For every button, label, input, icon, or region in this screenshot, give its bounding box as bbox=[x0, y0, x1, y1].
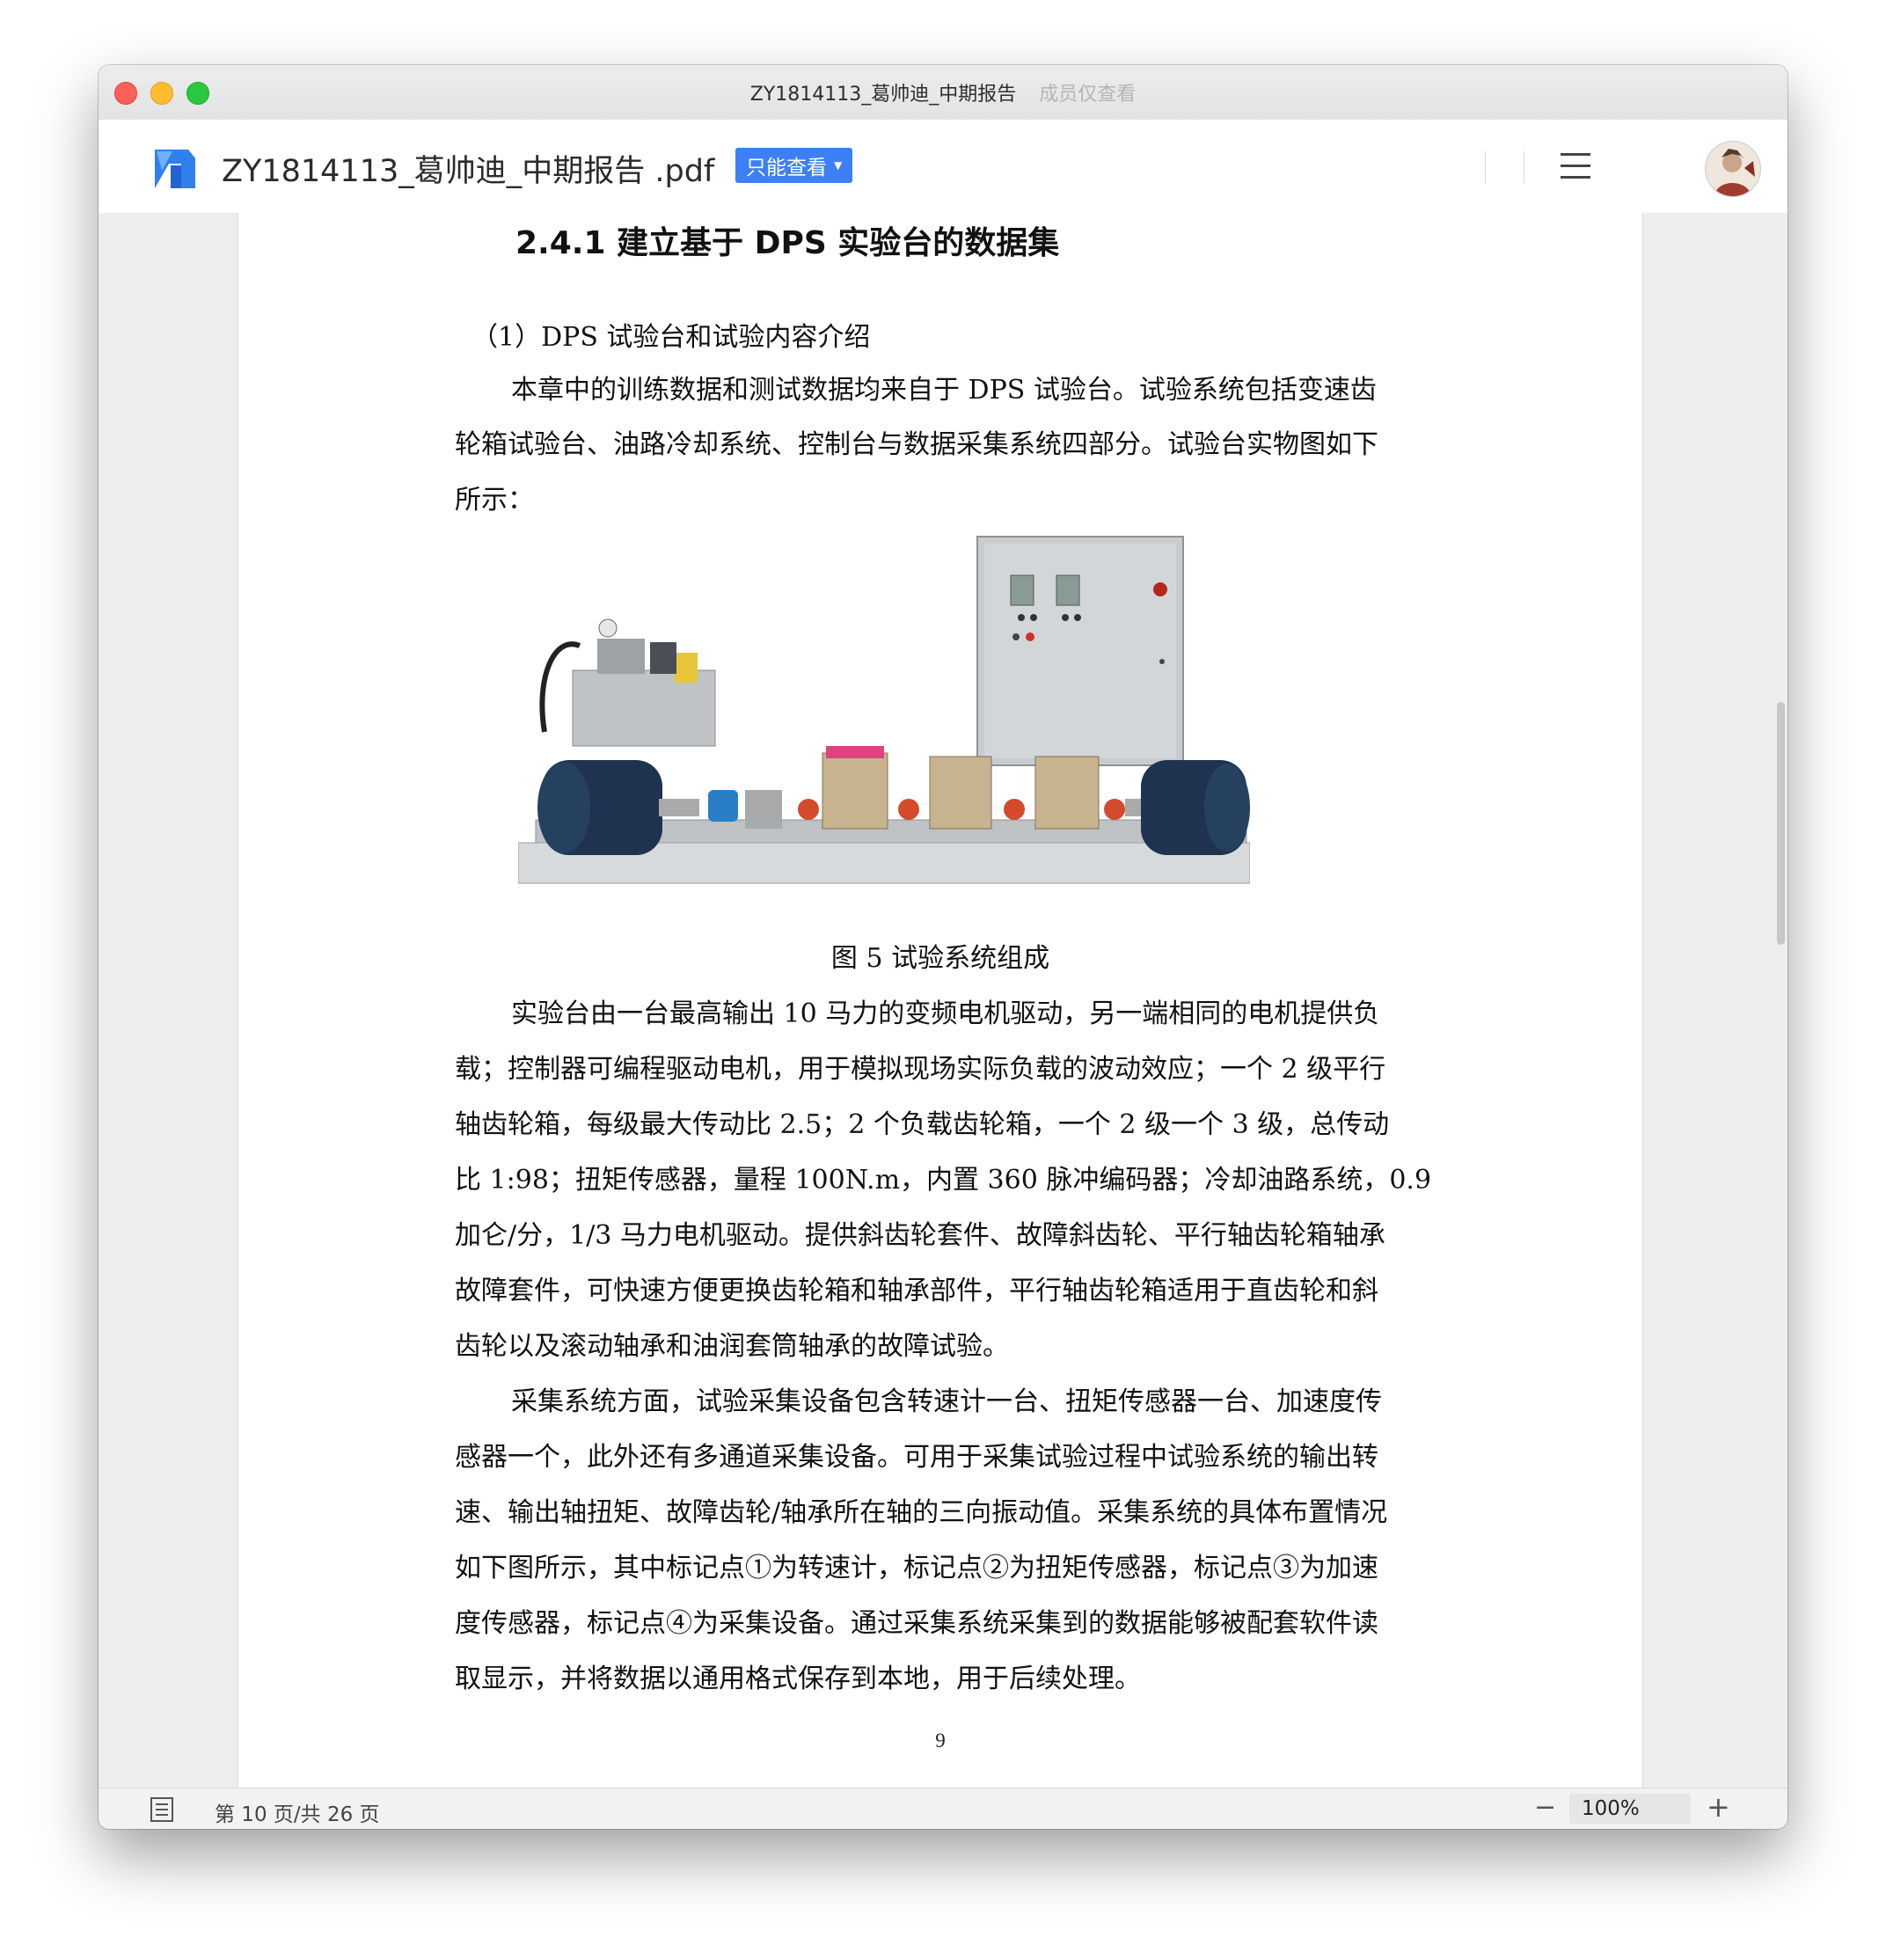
hamburger-menu-icon[interactable] bbox=[1561, 153, 1590, 179]
app-logo-icon[interactable] bbox=[150, 144, 199, 190]
user-avatar[interactable] bbox=[1705, 141, 1761, 197]
minimize-window-button[interactable] bbox=[150, 82, 173, 105]
page-indicator: 第 10 页/共 26 页 bbox=[215, 1803, 380, 1826]
sub-heading: （1）DPS 试验台和试验内容介绍 bbox=[472, 322, 871, 353]
permission-dropdown[interactable]: 只能查看 ▼ bbox=[735, 148, 853, 183]
caret-down-icon: ▼ bbox=[834, 159, 843, 172]
window-subtitle: 成员仅查看 bbox=[1039, 84, 1137, 106]
document-viewer[interactable]: 2.4.1 建立基于 DPS 实验台的数据集 （1）DPS 试验台和试验内容介绍… bbox=[99, 213, 1787, 1788]
pdf-page: 2.4.1 建立基于 DPS 实验台的数据集 （1）DPS 试验台和试验内容介绍… bbox=[238, 213, 1643, 1788]
status-bar: 第 10 页/共 26 页 − 100% + bbox=[99, 1788, 1787, 1829]
document-name: ZY1814113_葛帅迪_中期报告 .pdf bbox=[222, 154, 715, 189]
vertical-scrollbar[interactable] bbox=[1777, 702, 1785, 945]
test-bench-photo bbox=[518, 536, 1250, 884]
permission-label: 只能查看 bbox=[746, 157, 827, 179]
app-window: ZY1814113_葛帅迪_中期报告 成员仅查看 ZY1814113_葛帅迪_中… bbox=[99, 65, 1787, 1829]
paragraph-line: 感器一个，此外还有多通道采集设备。可用于采集试验过程中试验系统的输出转 bbox=[455, 1442, 1378, 1473]
paragraph-line: 采集系统方面，试验采集设备包含转速计一台、扭矩传感器一台、加速度传 bbox=[511, 1386, 1382, 1417]
page-number: 9 bbox=[935, 1730, 946, 1752]
paragraph-line: 实验台由一台最高输出 10 马力的变频电机驱动，另一端相同的电机提供负 bbox=[511, 998, 1380, 1029]
paragraph-line: 本章中的训练数据和测试数据均来自于 DPS 试验台。试验系统包括变速齿 bbox=[511, 375, 1377, 406]
paragraph-line: 如下图所示，其中标记点①为转速计，标记点②为扭矩传感器，标记点③为加速 bbox=[455, 1553, 1378, 1583]
title-bar: ZY1814113_葛帅迪_中期报告 成员仅查看 bbox=[99, 65, 1787, 120]
window-title: ZY1814113_葛帅迪_中期报告 bbox=[749, 84, 1017, 106]
zoom-window-button[interactable] bbox=[186, 82, 209, 105]
paragraph-line: 所示： bbox=[455, 485, 534, 516]
paragraph-line: 故障套件，可快速方便更换齿轮箱和轴承部件，平行轴齿轮箱适用于直齿轮和斜 bbox=[455, 1276, 1378, 1306]
paragraph-line: 载；控制器可编程驱动电机，用于模拟现场实际负载的波动效应；一个 2 级平行 bbox=[455, 1054, 1386, 1085]
figure-caption: 图 5 试验系统组成 bbox=[830, 943, 1050, 974]
page-list-icon[interactable] bbox=[150, 1796, 174, 1823]
zoom-in-button[interactable]: + bbox=[1707, 1790, 1730, 1824]
window-controls bbox=[114, 82, 209, 105]
close-window-button[interactable] bbox=[114, 82, 137, 105]
paragraph-line: 齿轮以及滚动轴承和油润套筒轴承的故障试验。 bbox=[455, 1331, 1009, 1362]
paragraph-line: 度传感器，标记点④为采集设备。通过采集系统采集到的数据能够被配套软件读 bbox=[455, 1608, 1378, 1639]
app-toolbar: ZY1814113_葛帅迪_中期报告 .pdf 只能查看 ▼ bbox=[99, 120, 1787, 214]
paragraph-line: 轴齿轮箱，每级最大传动比 2.5；2 个负载齿轮箱，一个 2 级一个 3 级，总… bbox=[455, 1109, 1390, 1140]
section-heading: 2.4.1 建立基于 DPS 实验台的数据集 bbox=[515, 225, 1060, 261]
zoom-out-button[interactable]: − bbox=[1534, 1792, 1556, 1823]
paragraph-line: 轮箱试验台、油路冷却系统、控制台与数据采集系统四部分。试验台实物图如下 bbox=[455, 429, 1378, 460]
paragraph-line: 速、输出轴扭矩、故障齿轮/轴承所在轴的三向振动值。采集系统的具体布置情况 bbox=[455, 1497, 1388, 1528]
paragraph-line: 加仑/分，1/3 马力电机驱动。提供斜齿轮套件、故障斜齿轮、平行轴齿轮箱轴承 bbox=[455, 1220, 1385, 1251]
avatar-image bbox=[1706, 142, 1760, 196]
paragraph-line: 取显示，并将数据以通用格式保存到本地，用于后续处理。 bbox=[455, 1664, 1141, 1694]
paragraph-line: 比 1:98；扭矩传感器，量程 100N.m，内置 360 脉冲编码器；冷却油路… bbox=[455, 1165, 1432, 1196]
zoom-level-field[interactable]: 100% bbox=[1569, 1794, 1691, 1824]
toolbar-divider bbox=[1485, 151, 1486, 183]
